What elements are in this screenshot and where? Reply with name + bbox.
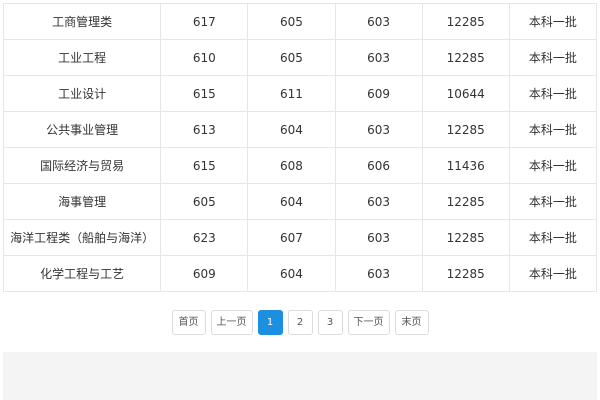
table-row: 国际经济与贸易 615 608 606 11436 本科一批 [2,147,598,184]
score-cell-1: 613 [160,111,249,148]
score-cell-3: 609 [334,75,423,112]
batch-cell: 本科一批 [508,255,598,292]
batch-cell: 本科一批 [508,3,598,40]
rank-cell: 12285 [421,39,510,76]
rank-cell: 12285 [421,3,510,40]
batch-cell: 本科一批 [508,75,598,112]
next-page-button[interactable]: 下一页 [347,310,390,335]
score-cell-1: 623 [160,219,249,256]
score-cell-2: 607 [247,219,336,256]
major-cell: 公共事业管理 [2,111,162,148]
rank-cell: 12285 [421,183,510,220]
score-table: 工商管理类 617 605 603 12285 本科一批 工业工程 610 605 603 1228… [2,3,598,292]
page: 工商管理类 617 605 603 12285 本科一批 工业工程 610 605 603 1228… [0,0,600,400]
score-cell-1: 609 [160,255,249,292]
score-cell-3: 603 [334,39,423,76]
rank-cell: 12285 [421,111,510,148]
major-cell: 海洋工程类（船舶与海洋） [2,219,162,256]
batch-cell: 本科一批 [508,219,598,256]
batch-cell: 本科一批 [508,111,598,148]
last-page-button[interactable]: 末页 [394,310,429,335]
major-cell: 工业设计 [2,75,162,112]
score-cell-2: 605 [247,3,336,40]
batch-cell: 本科一批 [508,39,598,76]
table-row: 海事管理 605 604 603 12285 本科一批 [2,183,598,220]
table-row: 化学工程与工艺 609 604 603 12285 本科一批 [2,255,598,292]
major-cell: 工商管理类 [2,3,162,40]
score-cell-3: 603 [334,183,423,220]
rank-cell: 12285 [421,255,510,292]
table-row: 工业工程 610 605 603 12285 本科一批 [2,39,598,76]
prev-page-button[interactable]: 上一页 [210,310,253,335]
table-row: 工商管理类 617 605 603 12285 本科一批 [2,3,598,40]
score-cell-3: 603 [334,111,423,148]
score-cell-3: 603 [334,3,423,40]
score-cell-1: 615 [160,147,249,184]
major-cell: 国际经济与贸易 [2,147,162,184]
score-cell-1: 617 [160,3,249,40]
score-cell-2: 604 [247,183,336,220]
score-cell-2: 608 [247,147,336,184]
footer-panel [3,352,597,400]
rank-cell: 12285 [421,219,510,256]
score-cell-2: 604 [247,255,336,292]
table-row: 工业设计 615 611 609 10644 本科一批 [2,75,598,112]
batch-cell: 本科一批 [508,147,598,184]
major-cell: 海事管理 [2,183,162,220]
score-cell-2: 605 [247,39,336,76]
score-cell-2: 611 [247,75,336,112]
score-cell-3: 603 [334,255,423,292]
score-cell-1: 605 [160,183,249,220]
page-button-1[interactable]: 1 [257,310,283,335]
score-cell-3: 606 [334,147,423,184]
major-cell: 化学工程与工艺 [2,255,162,292]
rank-cell: 11436 [421,147,510,184]
page-button-3[interactable]: 3 [317,310,343,335]
major-cell: 工业工程 [2,39,162,76]
pagination: 首页 上一页 1 2 3 下一页 末页 [0,310,600,335]
table-row: 海洋工程类（船舶与海洋） 623 607 603 12285 本科一批 [2,219,598,256]
score-table-body: 工商管理类 617 605 603 12285 本科一批 工业工程 610 605 603 1228… [2,3,598,292]
page-button-2[interactable]: 2 [287,310,313,335]
score-cell-2: 604 [247,111,336,148]
score-cell-1: 610 [160,39,249,76]
score-cell-1: 615 [160,75,249,112]
batch-cell: 本科一批 [508,183,598,220]
rank-cell: 10644 [421,75,510,112]
score-cell-3: 603 [334,219,423,256]
first-page-button[interactable]: 首页 [171,310,206,335]
table-row: 公共事业管理 613 604 603 12285 本科一批 [2,111,598,148]
